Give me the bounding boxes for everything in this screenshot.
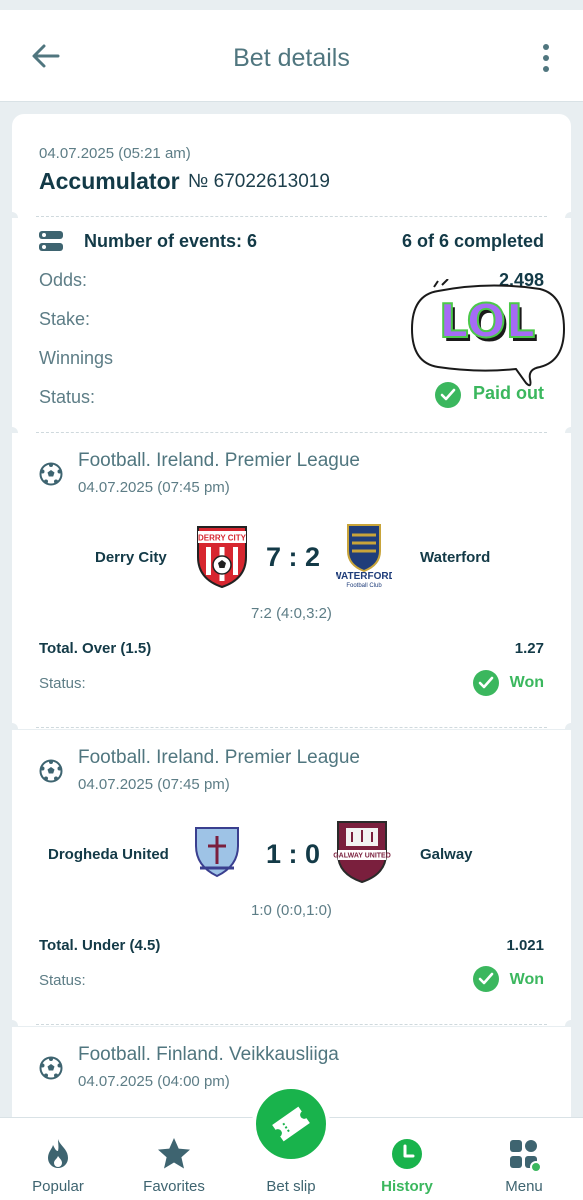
away-team: Waterford xyxy=(420,549,491,566)
home-team: Derry City xyxy=(95,549,167,566)
grid-icon xyxy=(510,1140,542,1172)
bet-type: Accumulator xyxy=(39,168,180,194)
event-status-label: Status: xyxy=(39,972,86,989)
event-market: Total. Under (4.5) xyxy=(39,937,161,954)
event-odds: 1.27 xyxy=(514,640,544,657)
home-team: Drogheda United xyxy=(48,846,169,863)
bet-date: 04.07.2025 (05:21 am) xyxy=(39,145,191,162)
event-league: Football. Finland. Veikkausliiga xyxy=(78,1044,339,1065)
events-progress: 6 of 6 completed xyxy=(401,231,544,251)
galway-crest-text: GALWAY UNITED xyxy=(333,853,391,860)
ticket-icon xyxy=(272,1106,310,1142)
nav-label: Menu xyxy=(505,1178,543,1195)
event-score: 7 : 2 xyxy=(265,542,321,572)
nav-label: Popular xyxy=(32,1178,84,1195)
sticker-text: LOL xyxy=(439,294,535,348)
event-league: Football. Ireland. Premier League xyxy=(78,450,360,471)
event-league: Football. Ireland. Premier League xyxy=(78,747,360,768)
status-label: Status: xyxy=(39,387,96,407)
nav-menu[interactable]: Menu xyxy=(466,1118,582,1200)
waterford-crest-icon: WATERFORD Football Club xyxy=(336,524,392,589)
bet-slip-button[interactable] xyxy=(252,1085,330,1163)
paid-out-check-icon xyxy=(435,382,461,408)
stake-label: Stake: xyxy=(39,309,91,329)
top-bar: Bet details xyxy=(0,10,583,102)
star-icon xyxy=(158,1138,190,1169)
derry-city-crest-icon: DERRY CITY xyxy=(197,526,247,589)
nav-favorites[interactable]: Favorites xyxy=(116,1118,232,1200)
divider xyxy=(36,1024,547,1025)
divider xyxy=(36,727,547,728)
bet-status-value: Paid out xyxy=(473,383,544,403)
nav-label: Bet slip xyxy=(266,1178,316,1195)
event-status: Won xyxy=(509,674,544,691)
page-title: Bet details xyxy=(233,44,350,72)
nav-label: History xyxy=(381,1178,433,1195)
away-team: Galway xyxy=(420,846,473,863)
won-check-icon xyxy=(473,670,499,696)
event-status: Won xyxy=(509,971,544,988)
lol-sticker: LOL LOL xyxy=(410,279,566,387)
football-icon xyxy=(39,462,63,486)
nav-history[interactable]: History xyxy=(349,1118,465,1200)
event-status-label: Status: xyxy=(39,675,86,692)
bet-summary-card: Number of events: 6 6 of 6 completed Odd… xyxy=(12,218,571,433)
divider xyxy=(36,216,547,217)
waterford-crest-text: WATERFORD xyxy=(336,571,392,582)
drogheda-crest-icon xyxy=(195,827,239,878)
football-icon xyxy=(39,1056,63,1080)
winnings-label: Winnings xyxy=(39,348,114,368)
more-options-icon[interactable] xyxy=(539,42,553,74)
event-date: 04.07.2025 (07:45 pm) xyxy=(78,479,230,496)
derry-crest-text: DERRY CITY xyxy=(198,534,247,543)
event-score-detail: 1:0 (0:0,1:0) xyxy=(251,902,332,919)
events-list-icon xyxy=(39,231,63,251)
event-card[interactable]: Football. Ireland. Premier League 04.07.… xyxy=(12,730,571,1026)
number-of-events: Number of events: 6 xyxy=(84,231,258,251)
flame-icon xyxy=(48,1139,68,1168)
bet-header-card: 04.07.2025 (05:21 am) Accumulator № 6702… xyxy=(12,114,571,218)
nav-label: Favorites xyxy=(143,1178,205,1195)
odds-label: Odds: xyxy=(39,270,88,290)
nav-popular[interactable]: Popular xyxy=(0,1118,116,1200)
event-date: 04.07.2025 (07:45 pm) xyxy=(78,776,230,793)
event-odds: 1.021 xyxy=(506,937,544,954)
galway-united-crest-icon: GALWAY UNITED xyxy=(333,821,391,884)
waterford-crest-sub: Football Club xyxy=(346,583,382,589)
clock-icon xyxy=(392,1139,422,1169)
won-check-icon xyxy=(473,966,499,992)
event-card[interactable]: Football. Ireland. Premier League 04.07.… xyxy=(12,433,571,729)
event-score: 1 : 0 xyxy=(265,839,321,869)
bet-number: № 67022613019 xyxy=(188,171,330,192)
event-market: Total. Over (1.5) xyxy=(39,640,152,657)
football-icon xyxy=(39,759,63,783)
event-score-detail: 7:2 (4:0,3:2) xyxy=(251,605,332,622)
event-date: 04.07.2025 (04:00 pm) xyxy=(78,1073,230,1090)
